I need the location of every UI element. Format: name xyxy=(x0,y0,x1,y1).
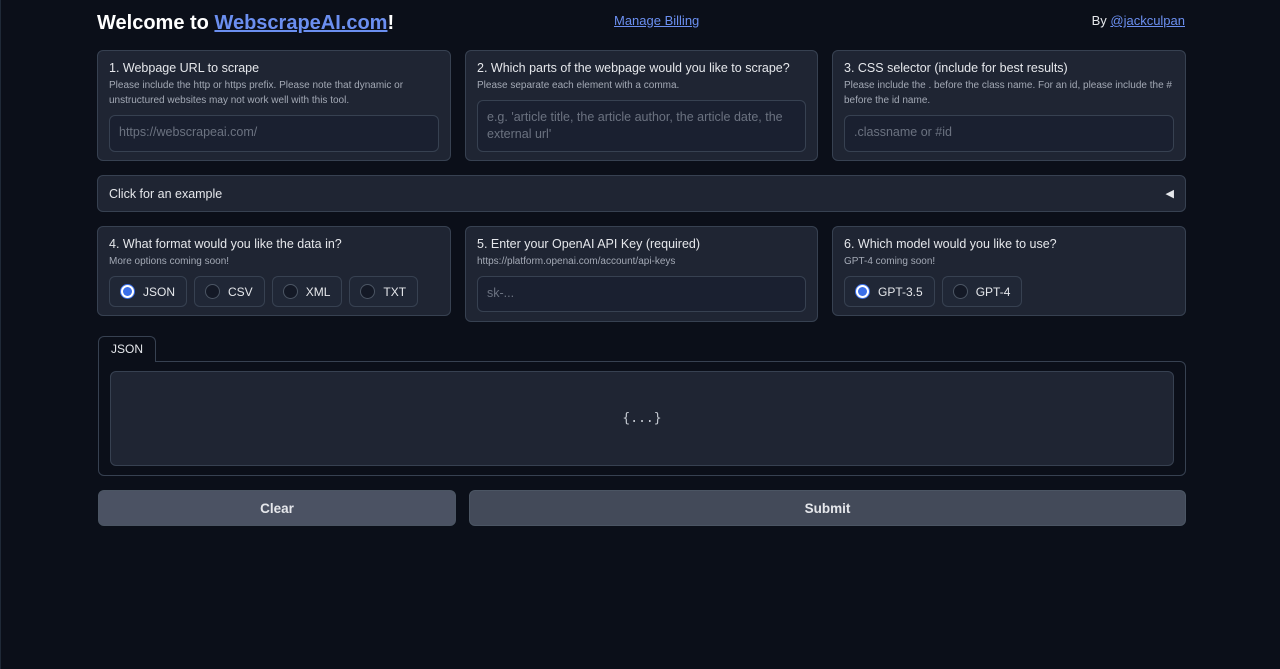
api-key-card-info: https://platform.openai.com/account/api-… xyxy=(477,256,676,267)
css-card-title: 3. CSS selector (include for best result… xyxy=(844,61,1068,75)
collapse-arrow-icon: ◀ xyxy=(1165,188,1174,200)
page-title: Welcome to WebscrapeAI.com! xyxy=(97,12,395,34)
parts-input[interactable]: e.g. 'article title, the article author,… xyxy=(477,100,806,152)
radio-selected-icon[interactable] xyxy=(120,284,135,299)
radio-unselected-icon[interactable] xyxy=(360,284,376,299)
css-selector-input[interactable]: .classname or #id xyxy=(844,115,1174,152)
css-card: 3. CSS selector (include for best result… xyxy=(832,50,1186,161)
output-panel: {...} xyxy=(98,361,1186,476)
example-accordion-label: Click for an example xyxy=(109,186,223,201)
parts-card: 2. Which parts of the webpage would you … xyxy=(465,50,818,161)
api-key-card: 5. Enter your OpenAI API Key (required) … xyxy=(465,226,818,322)
format-card: 4. What format would you like the data i… xyxy=(97,226,451,316)
parts-card-title: 2. Which parts of the webpage would you … xyxy=(477,61,790,75)
author-link[interactable]: @jackculpan xyxy=(1110,13,1185,28)
url-card-info: Please include the http or https prefix.… xyxy=(109,80,404,106)
format-option-json[interactable]: JSON xyxy=(109,276,188,307)
model-option-gpt35[interactable]: GPT-3.5 xyxy=(844,276,935,307)
model-card: 6. Which model would you like to use? GP… xyxy=(832,226,1186,316)
api-key-input[interactable]: sk-... xyxy=(477,276,806,312)
css-card-info: Please include the . before the class na… xyxy=(844,80,1172,106)
model-card-info: GPT-4 coming soon! xyxy=(844,256,936,267)
submit-button[interactable]: Submit xyxy=(469,490,1186,526)
api-key-card-title: 5. Enter your OpenAI API Key (required) xyxy=(477,237,701,251)
tab-json[interactable]: JSON xyxy=(98,336,156,362)
example-accordion[interactable]: Click for an example ◀ xyxy=(97,175,1186,212)
model-radio-group: GPT-3.5 GPT-4 xyxy=(844,276,1023,307)
radio-unselected-icon[interactable] xyxy=(952,284,968,299)
format-option-csv[interactable]: CSV xyxy=(194,276,265,307)
format-radio-group: JSON CSV XML TXT xyxy=(109,276,419,307)
site-link[interactable]: WebscrapeAI.com xyxy=(214,12,387,34)
url-card: 1. Webpage URL to scrape Please include … xyxy=(97,50,451,161)
radio-unselected-icon[interactable] xyxy=(282,284,298,299)
manage-billing-link[interactable]: Manage Billing xyxy=(614,13,699,28)
parts-card-info: Please separate each element with a comm… xyxy=(477,80,680,91)
page-header: Welcome to WebscrapeAI.com! Manage Billi… xyxy=(97,10,1185,40)
format-card-info: More options coming soon! xyxy=(109,256,230,267)
format-card-title: 4. What format would you like the data i… xyxy=(109,237,342,251)
format-option-xml[interactable]: XML xyxy=(271,276,343,307)
url-input[interactable]: https://webscrapeai.com/ xyxy=(109,115,439,152)
model-card-title: 6. Which model would you like to use? xyxy=(844,237,1057,251)
radio-selected-icon[interactable] xyxy=(855,284,870,299)
model-option-gpt4[interactable]: GPT-4 xyxy=(941,276,1023,307)
url-card-title: 1. Webpage URL to scrape xyxy=(109,61,260,75)
author-byline: By @jackculpan xyxy=(1091,13,1185,28)
format-option-txt[interactable]: TXT xyxy=(349,276,419,307)
clear-button[interactable]: Clear xyxy=(98,490,456,526)
json-output[interactable]: {...} xyxy=(110,371,1174,466)
radio-unselected-icon[interactable] xyxy=(205,284,221,299)
json-placeholder: {...} xyxy=(622,411,662,426)
